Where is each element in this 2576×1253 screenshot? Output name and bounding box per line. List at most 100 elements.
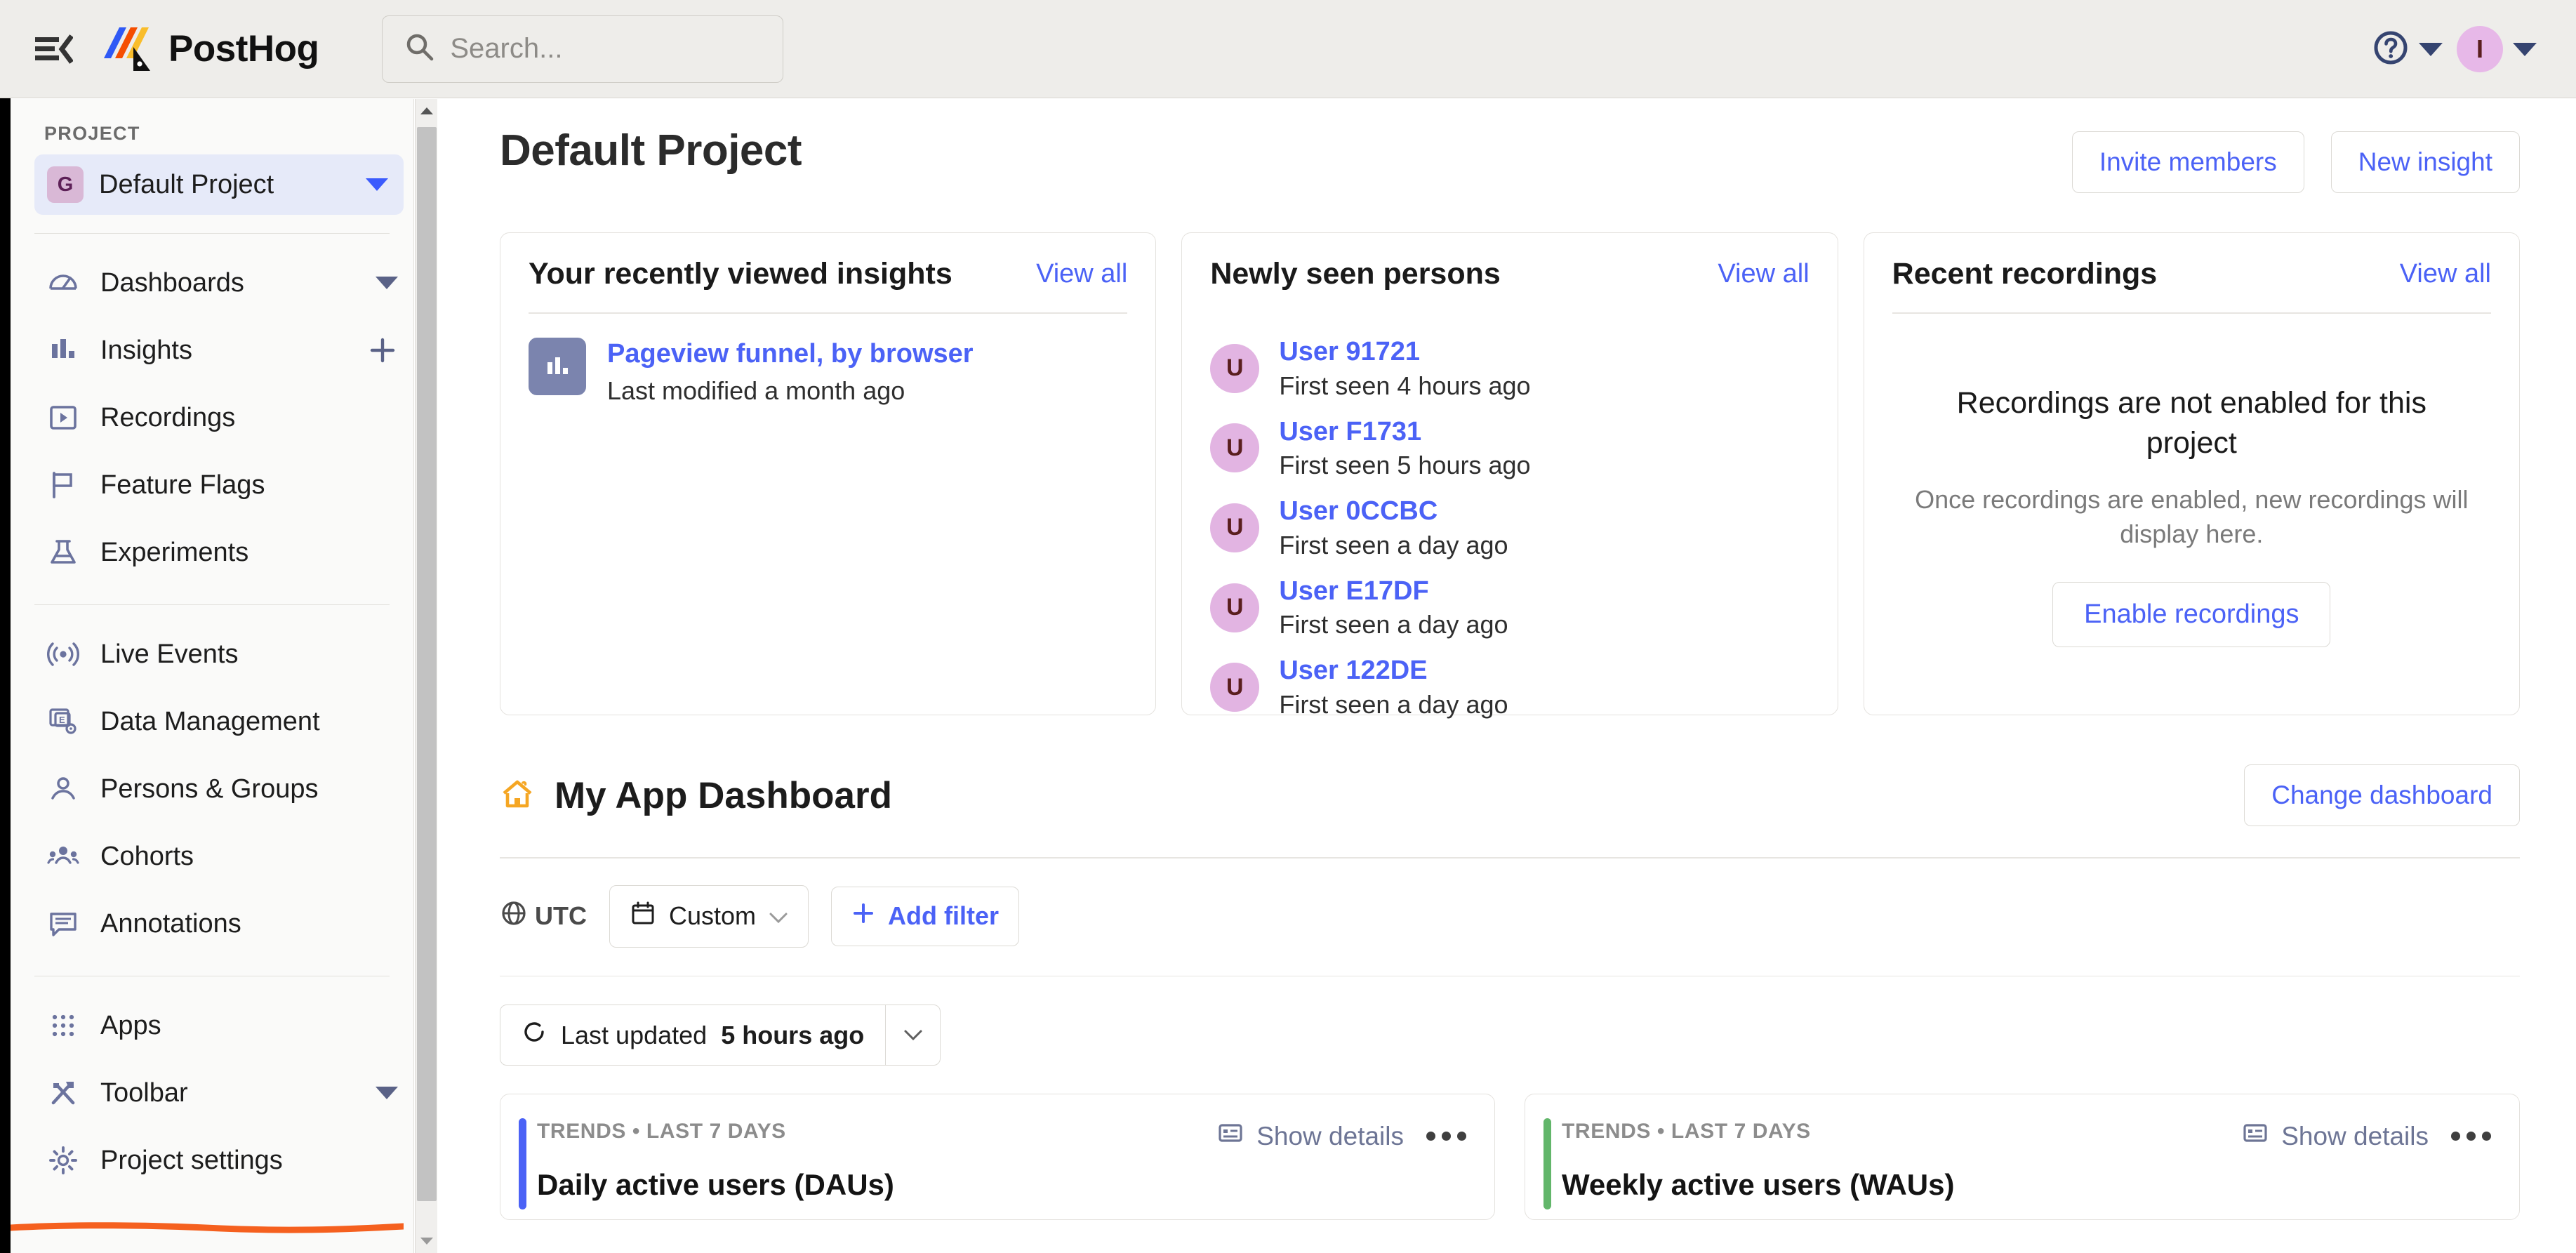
dashboard-insight-tiles: TRENDS • LAST 7 DAYS Show details Daily … [438,1066,2576,1220]
chevron-down-icon [366,178,388,191]
sidebar-divider [34,233,390,234]
posthog-logo-icon [101,23,153,75]
list-item[interactable]: U User E17DF First seen a day ago [1210,576,1809,640]
svg-text:E: E [59,715,65,725]
person-first-seen: First seen a day ago [1279,689,1508,719]
sidebar-divider [34,604,390,605]
home-icon [500,776,535,815]
posthog-logo-link[interactable]: PostHog [101,23,319,75]
more-options-icon[interactable] [2451,1132,2491,1141]
insight-meta: TRENDS • LAST 7 DAYS [537,1120,786,1143]
sidebar-item-data-management[interactable]: E Data Management [11,688,413,755]
person-name[interactable]: User 122DE [1279,655,1508,687]
insight-tile[interactable]: TRENDS • LAST 7 DAYS Show details Daily … [500,1094,1495,1220]
timezone-indicator: UTC [500,899,587,934]
person-first-seen: First seen 4 hours ago [1279,371,1531,400]
sidebar-item-label: Insights [100,335,192,365]
flag-icon [47,469,79,501]
list-item[interactable]: Pageview funnel, by browser Last modifie… [529,337,1127,406]
person-first-seen: First seen 5 hours ago [1279,451,1531,480]
scrollbar-thumb[interactable] [417,127,437,1201]
avatar: U [1210,343,1260,393]
timezone-label: UTC [535,901,587,930]
sidebar-item-label: Cohorts [100,841,194,871]
grid-dots-icon [47,1009,79,1042]
sidebar-item-toolbar[interactable]: Toolbar [11,1059,413,1127]
sidebar-item-feature-flags[interactable]: Feature Flags [11,451,413,519]
plus-icon [851,901,875,932]
show-details-label: Show details [1256,1121,1404,1151]
person-name[interactable]: User 91721 [1279,336,1530,369]
change-dashboard-button[interactable]: Change dashboard [2244,764,2520,826]
person-name[interactable]: User E17DF [1279,576,1508,608]
card-title: Your recently viewed insights [529,257,952,291]
sidebar-item-apps[interactable]: Apps [11,992,413,1059]
list-item[interactable]: U User 122DE First seen a day ago [1210,655,1809,720]
sidebar-project-switcher[interactable]: G Default Project [34,154,404,215]
main-content: Default Project Invite members New insig… [438,99,2576,1253]
search-input[interactable]: Search... [382,15,784,83]
sidebar-item-persons-groups[interactable]: Persons & Groups [11,755,413,823]
add-filter-button[interactable]: Add filter [831,886,1020,946]
refresh-options-icon[interactable] [885,1005,940,1065]
new-insight-button[interactable]: New insight [2330,131,2520,193]
more-options-icon[interactable] [1426,1132,1466,1141]
show-details-button[interactable]: Show details [1217,1120,1404,1153]
sidebar-item-label: Toolbar [100,1078,188,1108]
sidebar-item-experiments[interactable]: Experiments [11,519,413,586]
show-details-button[interactable]: Show details [2242,1120,2429,1153]
empty-state-description: Once recordings are enabled, new recordi… [1915,484,2469,548]
menu-collapse-icon[interactable] [32,31,74,67]
insight-tile[interactable]: TRENDS • LAST 7 DAYS Show details Weekly… [1525,1094,2520,1220]
hammer-screwdriver-icon [47,1077,79,1109]
last-updated-control[interactable]: Last updated 5 hours ago [500,1005,941,1066]
list-item[interactable]: U User 91721 First seen 4 hours ago [1210,336,1809,401]
sidebar-item-label: Experiments [100,537,249,567]
sidebar-item-project-settings[interactable]: Project settings [11,1127,413,1194]
window-edge-strip [0,0,11,1253]
list-item[interactable]: U User 0CCBC First seen a day ago [1210,496,1809,560]
sidebar-item-label: Dashboards [100,267,244,298]
question-circle-icon [2372,29,2409,69]
sidebar-item-live-events[interactable]: Live Events [11,621,413,688]
sidebar-item-label: Live Events [100,639,239,669]
scroll-down-icon[interactable] [416,1229,438,1253]
refresh-icon [522,1019,547,1051]
details-panel-icon [2242,1120,2269,1153]
view-all-link[interactable]: View all [1718,259,1809,289]
insight-accent-bar [519,1118,526,1209]
user-menu-button[interactable]: I [2457,26,2537,72]
scroll-up-icon[interactable] [416,99,438,123]
view-all-link[interactable]: View all [1036,259,1127,289]
details-panel-icon [1217,1120,1244,1153]
calendar-icon [630,900,656,933]
date-range-selector[interactable]: Custom [609,884,809,948]
empty-state-title: Recordings are not enabled for this proj… [1956,386,2426,460]
invite-members-button[interactable]: Invite members [2071,131,2304,193]
page-title: Default Project [500,126,802,175]
sidebar-item-annotations[interactable]: Annotations [11,890,413,957]
sidebar-item-label: Annotations [100,908,241,939]
date-range-value: Custom [669,901,757,930]
sidebar-scrollbar[interactable] [415,99,437,1253]
insight-name[interactable]: Pageview funnel, by browser [607,339,974,369]
insight-accent-bar [1543,1118,1551,1209]
insight-tile-name: Daily active users (DAUs) [537,1168,894,1201]
sidebar-item-dashboards[interactable]: Dashboards [11,249,413,317]
insight-tile-name: Weekly active users (WAUs) [1562,1168,1955,1201]
globe-icon [500,899,528,934]
sidebar-item-cohorts[interactable]: Cohorts [11,823,413,890]
person-name[interactable]: User F1731 [1279,416,1530,449]
view-all-link[interactable]: View all [2400,259,2491,289]
help-menu-button[interactable] [2372,29,2443,69]
sidebar-item-recordings[interactable]: Recordings [11,384,413,451]
person-first-seen: First seen a day ago [1279,610,1508,639]
show-details-label: Show details [2281,1121,2429,1151]
plus-icon[interactable] [367,335,398,366]
page-header: Default Project Invite members New insig… [438,99,2576,193]
comment-lines-icon [47,908,79,940]
list-item[interactable]: U User F1731 First seen 5 hours ago [1210,416,1809,481]
sidebar-item-insights[interactable]: Insights [11,317,413,384]
person-name[interactable]: User 0CCBC [1279,496,1508,528]
enable-recordings-button[interactable]: Enable recordings [2052,582,2331,648]
